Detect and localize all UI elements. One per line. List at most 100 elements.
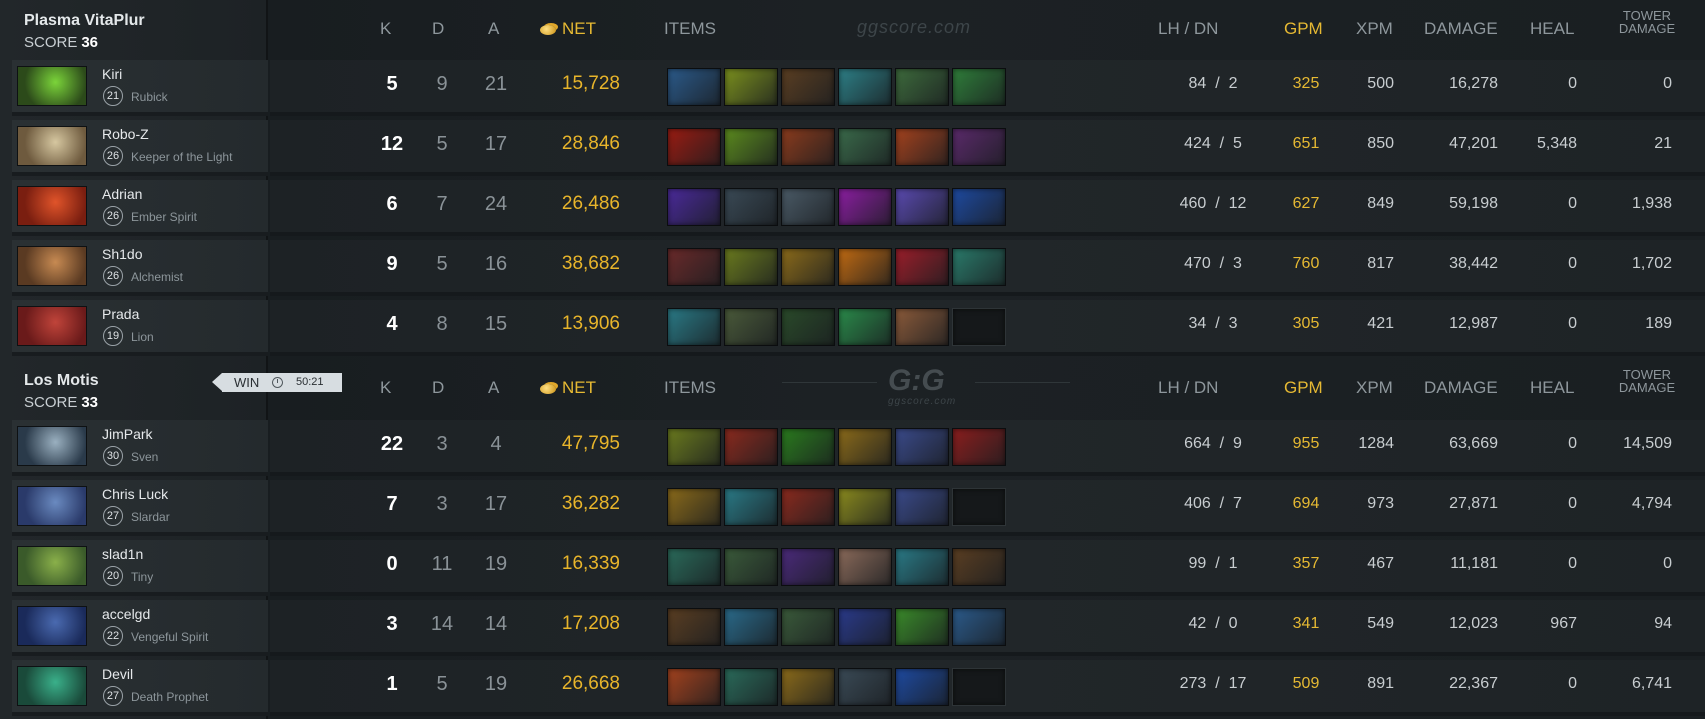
empty-item-slot[interactable]: [952, 488, 1006, 526]
item-icon[interactable]: [838, 308, 892, 346]
item-icon[interactable]: [724, 428, 778, 466]
item-icon[interactable]: [724, 488, 778, 526]
player-card[interactable]: slad1n 20 Tiny: [12, 540, 268, 596]
item-icon[interactable]: [838, 128, 892, 166]
item-icon[interactable]: [838, 548, 892, 586]
item-icon[interactable]: [952, 128, 1006, 166]
tower-label-line2: DAMAGE: [1618, 21, 1676, 36]
player-card[interactable]: Adrian 26 Ember Spirit: [12, 180, 268, 236]
item-icon[interactable]: [781, 668, 835, 706]
item-icon[interactable]: [781, 68, 835, 106]
item-icon[interactable]: [952, 548, 1006, 586]
tower-damage: 1,702: [1631, 255, 1672, 272]
item-icon[interactable]: [895, 188, 949, 226]
item-icon[interactable]: [781, 248, 835, 286]
kills: 1: [386, 673, 398, 695]
item-icon[interactable]: [667, 308, 721, 346]
item-icon[interactable]: [952, 608, 1006, 646]
hero-name: Vengeful Spirit: [131, 630, 209, 644]
player-card[interactable]: accelgd 22 Vengeful Spirit: [12, 600, 268, 656]
player-card[interactable]: JimPark 30 Sven: [12, 420, 268, 476]
item-icon[interactable]: [667, 68, 721, 106]
last-hits-denies: 424 / 5: [1158, 135, 1268, 153]
player-card[interactable]: Kiri 21 Rubick: [12, 60, 268, 116]
item-icon[interactable]: [781, 308, 835, 346]
item-icon[interactable]: [895, 308, 949, 346]
deaths: 5: [436, 133, 448, 155]
net-worth: 17,208: [561, 613, 620, 634]
item-slots: [667, 188, 1006, 226]
kills: 3: [386, 613, 398, 635]
item-icon[interactable]: [838, 668, 892, 706]
column-header-heal: HEAL: [1530, 378, 1575, 397]
xp-per-minute: 1284: [1358, 435, 1394, 452]
item-icon[interactable]: [781, 188, 835, 226]
item-icon[interactable]: [895, 68, 949, 106]
item-slots: [667, 128, 1006, 166]
item-icon[interactable]: [838, 188, 892, 226]
watermark-divider: [782, 382, 877, 383]
item-icon[interactable]: [781, 608, 835, 646]
player-card[interactable]: Sh1do 26 Alchemist: [12, 240, 268, 296]
item-icon[interactable]: [895, 608, 949, 646]
item-icon[interactable]: [952, 68, 1006, 106]
item-icon[interactable]: [895, 548, 949, 586]
item-icon[interactable]: [724, 548, 778, 586]
net-worth: 47,795: [561, 433, 620, 454]
player-name: Robo-Z: [102, 126, 149, 142]
item-icon[interactable]: [724, 248, 778, 286]
item-icon[interactable]: [838, 68, 892, 106]
item-icon[interactable]: [838, 248, 892, 286]
item-icon[interactable]: [895, 668, 949, 706]
item-icon[interactable]: [895, 248, 949, 286]
hero-level-badge: 21: [103, 86, 123, 106]
player-card[interactable]: Devil 27 Death Prophet: [12, 660, 268, 716]
item-icon[interactable]: [952, 188, 1006, 226]
item-icon[interactable]: [667, 608, 721, 646]
hero-damage: 38,442: [1449, 255, 1498, 272]
item-icon[interactable]: [895, 128, 949, 166]
player-card[interactable]: Robo-Z 26 Keeper of the Light: [12, 120, 268, 176]
item-icon[interactable]: [838, 428, 892, 466]
item-icon[interactable]: [667, 428, 721, 466]
player-card[interactable]: Chris Luck 27 Slardar: [12, 480, 268, 536]
column-header-d: D: [432, 378, 445, 397]
item-icon[interactable]: [781, 128, 835, 166]
team-name: Plasma VitaPlur: [24, 12, 145, 29]
item-icon[interactable]: [724, 188, 778, 226]
deaths: 5: [436, 673, 448, 695]
player-card[interactable]: Prada 19 Lion: [12, 300, 268, 356]
column-header-d: D: [432, 19, 445, 38]
item-icon[interactable]: [838, 608, 892, 646]
item-icon[interactable]: [895, 428, 949, 466]
hero-avatar: [17, 186, 87, 226]
item-icon[interactable]: [667, 128, 721, 166]
item-icon[interactable]: [952, 248, 1006, 286]
empty-item-slot[interactable]: [952, 668, 1006, 706]
item-icon[interactable]: [667, 548, 721, 586]
item-icon[interactable]: [667, 248, 721, 286]
item-icon[interactable]: [781, 488, 835, 526]
item-icon[interactable]: [838, 488, 892, 526]
deaths: 3: [436, 433, 448, 455]
empty-item-slot[interactable]: [952, 308, 1006, 346]
denies: 3: [1228, 315, 1238, 332]
item-icon[interactable]: [667, 488, 721, 526]
item-icon[interactable]: [667, 668, 721, 706]
item-icon[interactable]: [724, 308, 778, 346]
item-icon[interactable]: [724, 668, 778, 706]
item-icon[interactable]: [781, 428, 835, 466]
net-worth: 36,282: [561, 493, 620, 514]
hero-level-badge: 26: [103, 266, 123, 286]
item-icon[interactable]: [895, 488, 949, 526]
net-worth: 26,668: [561, 673, 620, 694]
item-icon[interactable]: [952, 428, 1006, 466]
item-icon[interactable]: [724, 68, 778, 106]
xp-per-minute: 850: [1367, 135, 1394, 152]
item-icon[interactable]: [667, 188, 721, 226]
item-icon[interactable]: [781, 548, 835, 586]
item-icon[interactable]: [724, 608, 778, 646]
column-header-damage: DAMAGE: [1424, 19, 1498, 38]
assists: 19: [484, 673, 508, 695]
item-icon[interactable]: [724, 128, 778, 166]
